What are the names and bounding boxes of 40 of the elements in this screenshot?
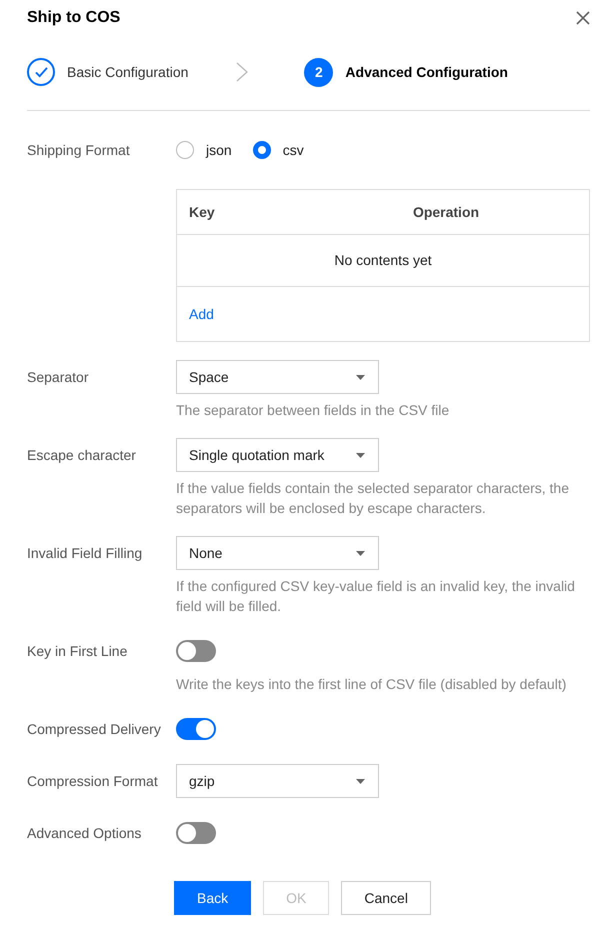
caret-icon — [356, 550, 365, 556]
select-field[interactable]: Space — [176, 360, 379, 394]
field-label: Key in First Line — [27, 642, 128, 661]
help-text: The separator between fields in the CSV file — [176, 401, 450, 420]
step-check-icon — [27, 58, 55, 86]
step-label: Basic Configuration — [67, 62, 188, 82]
dialog-title: Ship to COS — [27, 8, 120, 28]
field-label: Escape character — [27, 446, 136, 465]
help-text: If the value fields contain the selected separator characters, the separators will be enclosed by escape characters. — [176, 479, 570, 518]
empty-message: No contents yet — [334, 251, 432, 270]
field-label: Compression Format — [27, 772, 158, 791]
help-text: Write the keys into the first line of CSV file (disabled by default) — [176, 675, 568, 694]
select-field[interactable]: None — [176, 536, 379, 570]
field-label: Separator — [27, 368, 88, 387]
dialog-button[interactable]: Cancel — [341, 881, 431, 915]
caret-icon — [356, 374, 365, 380]
select-field[interactable]: Single quotation mark — [176, 438, 379, 472]
column-header: Operation — [412, 202, 480, 222]
radio-option[interactable]: json — [176, 140, 232, 160]
radio-option[interactable]: csv — [252, 140, 304, 160]
add-link[interactable]: Add — [189, 304, 214, 324]
toggle-switch[interactable] — [176, 640, 216, 662]
field-label: Invalid Field Filling — [27, 544, 142, 563]
toggle-switch[interactable] — [176, 822, 216, 844]
step-number: 2 — [304, 58, 334, 86]
dialog-button[interactable]: Back — [174, 881, 252, 915]
help-text: If the configured CSV key-value field is an invalid key, the invalid field will be filled. — [176, 577, 576, 616]
step-label: Advanced Configuration — [345, 62, 508, 82]
chevron-icon — [236, 62, 248, 82]
column-header: Key — [188, 202, 216, 222]
radio-icon[interactable] — [252, 141, 271, 159]
field-label: Compressed Delivery — [27, 720, 161, 739]
radio-icon[interactable] — [176, 141, 194, 159]
caret-icon — [356, 452, 365, 458]
field-label: Advanced Options — [27, 824, 142, 843]
select-field[interactable]: gzip — [176, 764, 379, 798]
toggle-switch[interactable] — [176, 718, 216, 740]
close-icon[interactable] — [576, 11, 590, 25]
caret-icon — [356, 778, 365, 784]
field-label: Shipping Format — [27, 140, 130, 160]
